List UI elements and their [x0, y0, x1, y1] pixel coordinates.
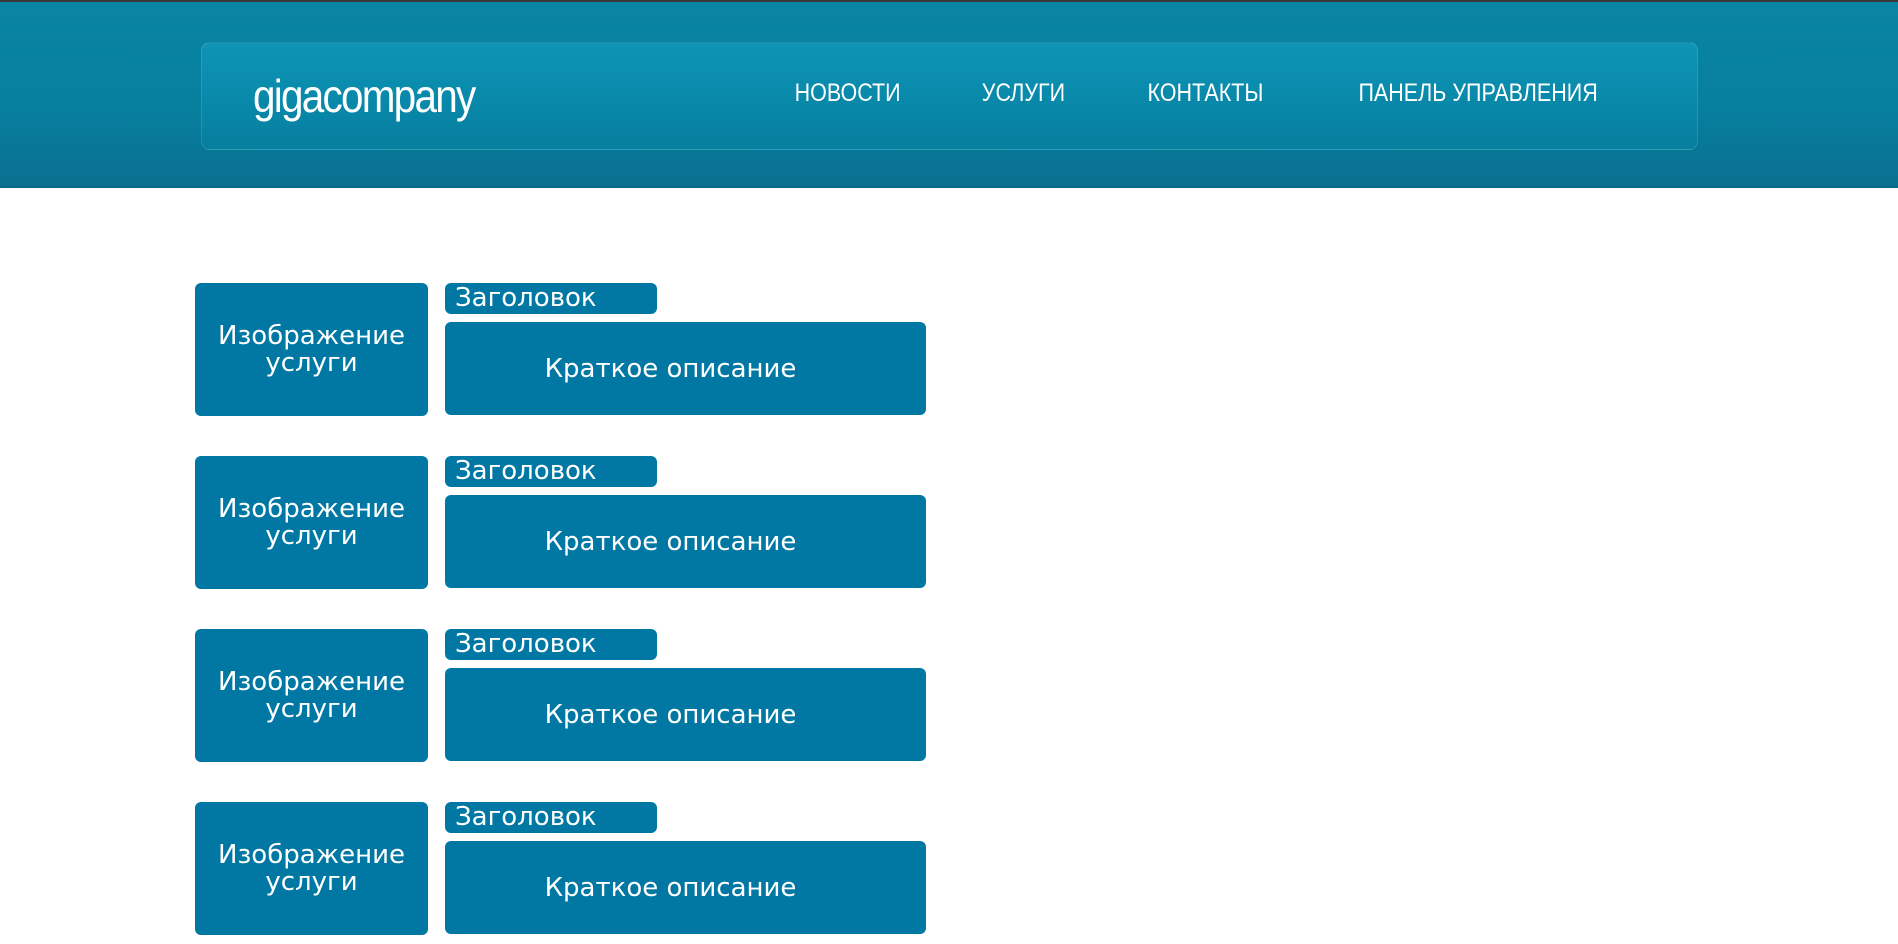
main-nav: НОВОСТИ УСЛУГИ КОНТАКТЫ ПАНЕЛЬ УПРАВЛЕНИ…	[720, 81, 1617, 106]
service-item: Изображение услуги Заголовок Краткое опи…	[195, 283, 926, 416]
service-title[interactable]: Заголовок	[445, 802, 657, 833]
site-logo[interactable]: gigacompany	[253, 73, 476, 119]
service-item: Изображение услуги Заголовок Краткое опи…	[195, 456, 926, 589]
service-image-placeholder[interactable]: Изображение услуги	[195, 629, 428, 762]
services-list: Изображение услуги Заголовок Краткое опи…	[195, 283, 926, 935]
service-title[interactable]: Заголовок	[445, 283, 657, 314]
service-item: Изображение услуги Заголовок Краткое опи…	[195, 629, 926, 762]
service-title[interactable]: Заголовок	[445, 629, 657, 660]
service-description: Краткое описание	[445, 495, 926, 588]
header-panel: gigacompany НОВОСТИ УСЛУГИ КОНТАКТЫ ПАНЕ…	[201, 42, 1698, 150]
service-description: Краткое описание	[445, 668, 926, 761]
service-item: Изображение услуги Заголовок Краткое опи…	[195, 802, 926, 935]
service-description: Краткое описание	[445, 841, 926, 934]
nav-item-control-panel[interactable]: ПАНЕЛЬ УПРАВЛЕНИЯ	[1358, 81, 1597, 106]
nav-item-news[interactable]: НОВОСТИ	[794, 81, 900, 106]
service-title[interactable]: Заголовок	[445, 456, 657, 487]
nav-item-services[interactable]: УСЛУГИ	[982, 81, 1065, 106]
service-image-placeholder[interactable]: Изображение услуги	[195, 802, 428, 935]
service-description: Краткое описание	[445, 322, 926, 415]
site-header: gigacompany НОВОСТИ УСЛУГИ КОНТАКТЫ ПАНЕ…	[0, 2, 1898, 188]
nav-item-contacts[interactable]: КОНТАКТЫ	[1147, 81, 1263, 106]
service-image-placeholder[interactable]: Изображение услуги	[195, 283, 428, 416]
service-image-placeholder[interactable]: Изображение услуги	[195, 456, 428, 589]
